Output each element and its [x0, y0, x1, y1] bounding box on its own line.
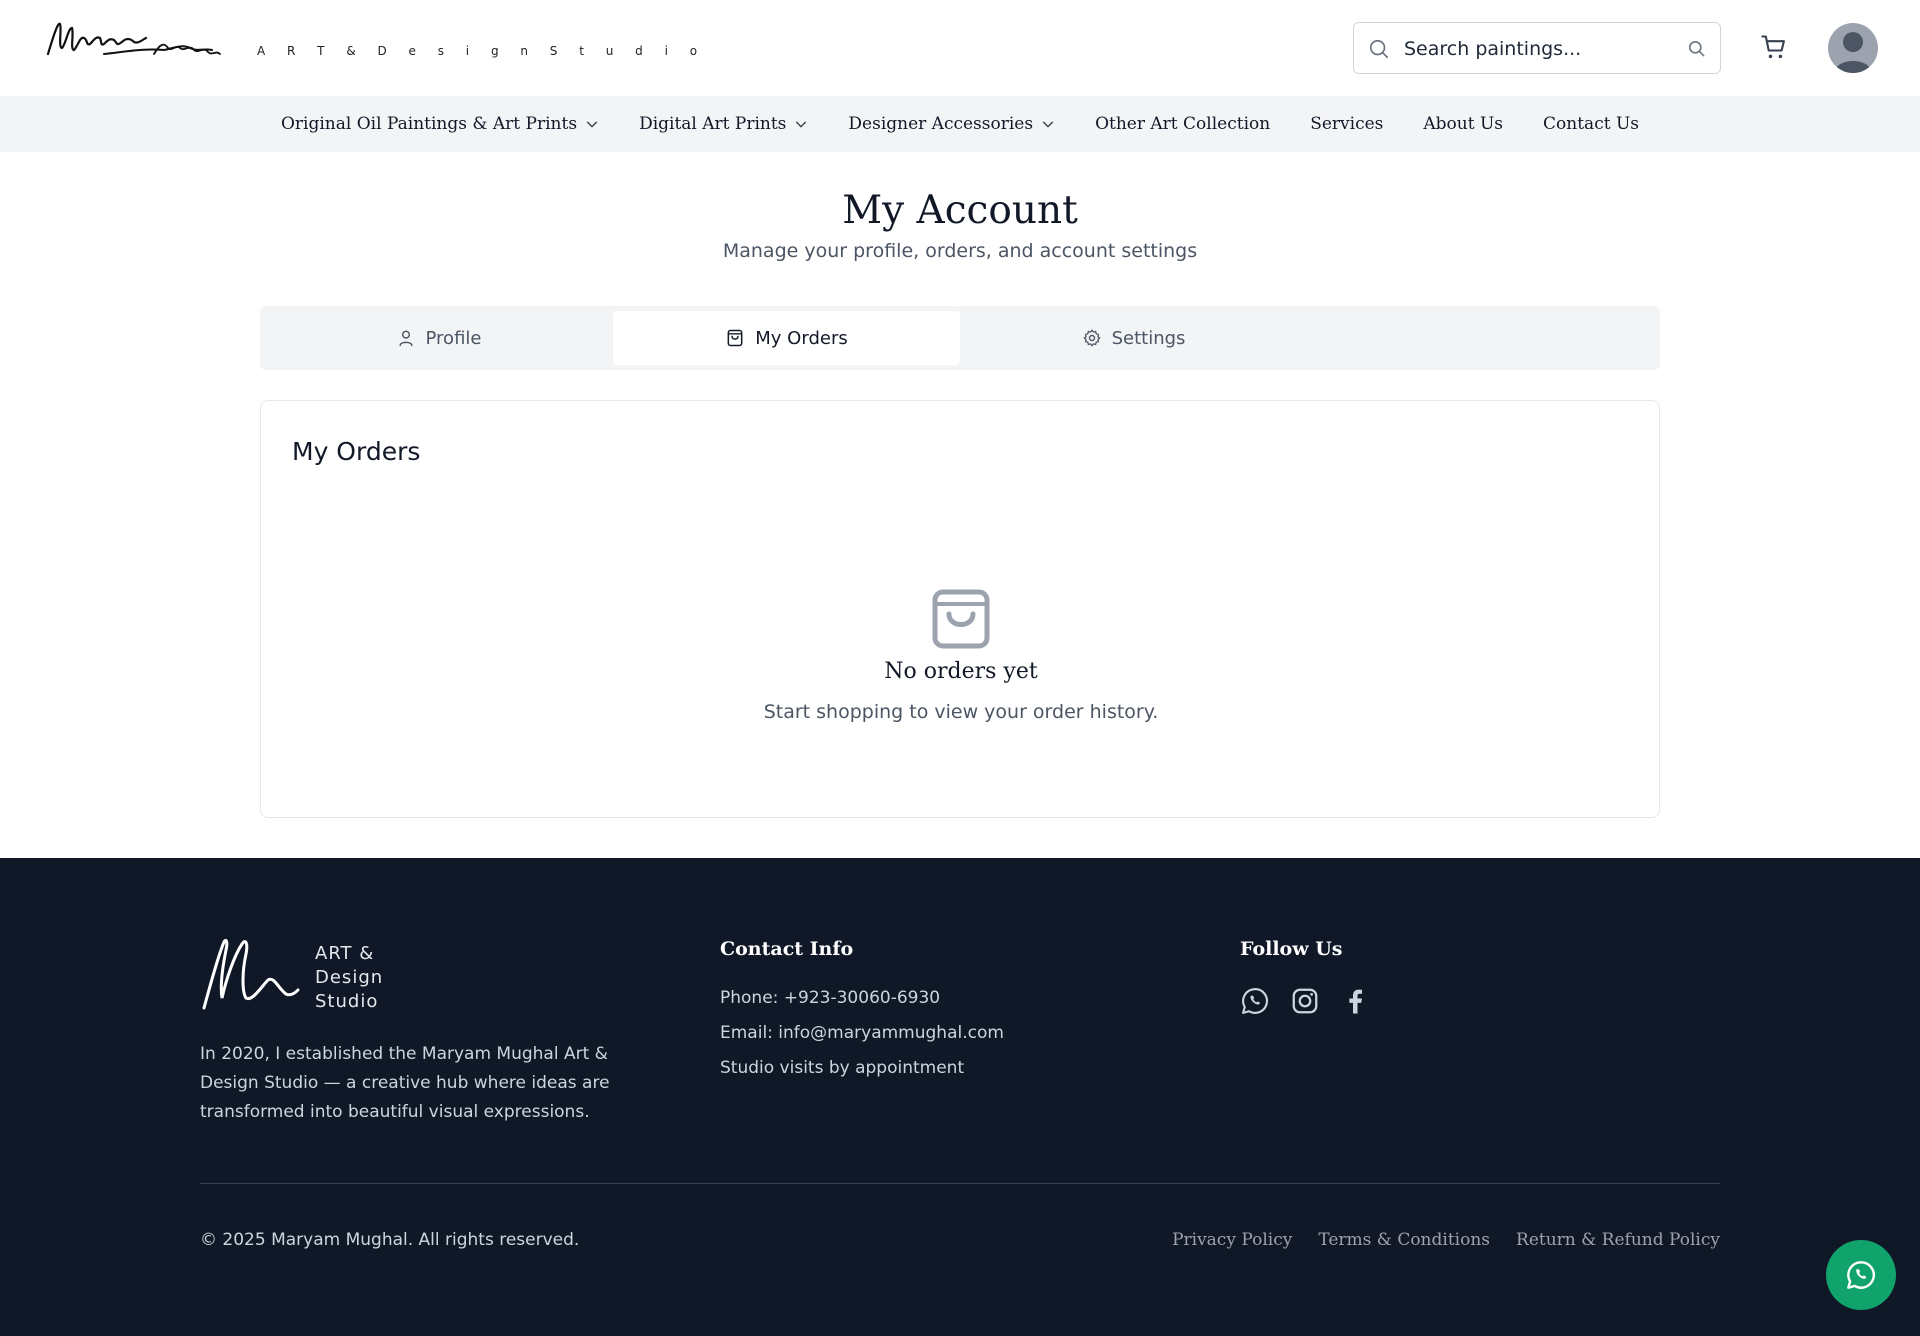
- brand-tagline: A R T & D e s i g n S t u d i o: [257, 44, 707, 58]
- tab-my-orders[interactable]: My Orders: [613, 311, 960, 365]
- avatar-icon: [1834, 32, 1872, 73]
- follow-heading: Follow Us: [1240, 938, 1343, 960]
- nav-item-label: Designer Accessories: [848, 114, 1034, 134]
- site-footer: ART & Design Studio In 2020, I establish…: [0, 858, 1920, 1336]
- footer-divider: [200, 1183, 1720, 1184]
- footer-brand-line: Design: [315, 967, 384, 988]
- user-avatar[interactable]: [1828, 23, 1878, 73]
- footer-about-text: In 2020, I established the Maryam Mughal…: [200, 1044, 610, 1122]
- refund-policy-link[interactable]: Return & Refund Policy: [1516, 1230, 1720, 1250]
- page-subtitle: Manage your profile, orders, and account…: [722, 240, 1198, 262]
- footer-brand-text: ART & Design Studio: [315, 942, 383, 1014]
- contact-visits: Studio visits by appointment: [720, 1058, 965, 1078]
- search-submit-icon[interactable]: [1687, 39, 1706, 58]
- facebook-icon[interactable]: [1340, 986, 1370, 1016]
- privacy-policy-link[interactable]: Privacy Policy: [1172, 1230, 1292, 1250]
- copyright-text: © 2025 Maryam Mughal. All rights reserve…: [200, 1230, 580, 1250]
- contact-heading: Contact Info: [720, 938, 854, 960]
- nav-item-about-us[interactable]: About Us: [1423, 114, 1503, 134]
- main-nav: Original Oil Paintings & Art Prints Digi…: [0, 96, 1920, 152]
- instagram-icon[interactable]: [1290, 986, 1320, 1016]
- footer-policy-links: Privacy Policy Terms & Conditions Return…: [1172, 1230, 1720, 1250]
- chevron-down-icon: [796, 121, 807, 128]
- footer-brand-line: Studio: [315, 991, 379, 1012]
- footer-logo-mark[interactable]: [200, 936, 300, 1012]
- search-box[interactable]: [1353, 22, 1721, 74]
- tab-settings[interactable]: Settings: [960, 311, 1307, 365]
- orders-panel: My Orders No orders yet Start shopping t…: [260, 400, 1660, 818]
- cart-icon[interactable]: [1760, 33, 1788, 61]
- search-icon: [1369, 39, 1389, 59]
- shopping-bag-icon: [727, 329, 743, 347]
- footer-brand-line: ART &: [315, 943, 375, 964]
- chevron-down-icon: [586, 121, 598, 128]
- nav-item-label: Contact Us: [1543, 114, 1639, 134]
- whatsapp-icon: [1847, 1261, 1875, 1289]
- tab-label: Profile: [425, 327, 482, 349]
- page-title: My Account: [842, 188, 1078, 233]
- nav-item-label: Original Oil Paintings & Art Prints: [280, 114, 578, 134]
- whatsapp-icon[interactable]: [1240, 986, 1270, 1016]
- signature-logo[interactable]: [44, 14, 224, 68]
- nav-item-label: Digital Art Prints: [639, 114, 787, 134]
- tab-label: My Orders: [755, 327, 848, 349]
- nav-item-label: Services: [1310, 114, 1384, 134]
- nav-item-oil-paintings[interactable]: Original Oil Paintings & Art Prints: [281, 114, 599, 134]
- account-tabs: Profile My Orders Settings: [260, 306, 1660, 370]
- nav-item-label: Other Art Collection: [1095, 114, 1271, 134]
- search-input[interactable]: [1402, 33, 1672, 65]
- nav-item-designer-accessories[interactable]: Designer Accessories: [848, 114, 1055, 134]
- whatsapp-chat-button[interactable]: [1826, 1240, 1896, 1310]
- terms-conditions-link[interactable]: Terms & Conditions: [1318, 1230, 1490, 1250]
- gear-icon: [1083, 329, 1101, 347]
- nav-item-contact-us[interactable]: Contact Us: [1543, 114, 1639, 134]
- nav-item-label: About Us: [1423, 114, 1504, 134]
- shopping-bag-icon: [932, 589, 990, 649]
- site-header: A R T & D e s i g n S t u d i o: [0, 0, 1920, 96]
- contact-email[interactable]: Email: info@maryammughal.com: [720, 1023, 1004, 1043]
- tab-profile[interactable]: Profile: [265, 311, 612, 365]
- nav-item-services[interactable]: Services: [1310, 114, 1383, 134]
- nav-item-digital-art-prints[interactable]: Digital Art Prints: [639, 114, 808, 134]
- empty-state-title: No orders yet: [884, 659, 1038, 684]
- contact-phone[interactable]: Phone: +923-30060-6930: [720, 988, 940, 1008]
- user-icon: [398, 330, 413, 347]
- tab-label: Settings: [1111, 327, 1186, 349]
- orders-title: My Orders: [292, 437, 421, 466]
- nav-item-other-art-collection[interactable]: Other Art Collection: [1095, 114, 1270, 134]
- empty-state-text: Start shopping to view your order histor…: [763, 701, 1159, 723]
- chevron-down-icon: [1043, 121, 1054, 128]
